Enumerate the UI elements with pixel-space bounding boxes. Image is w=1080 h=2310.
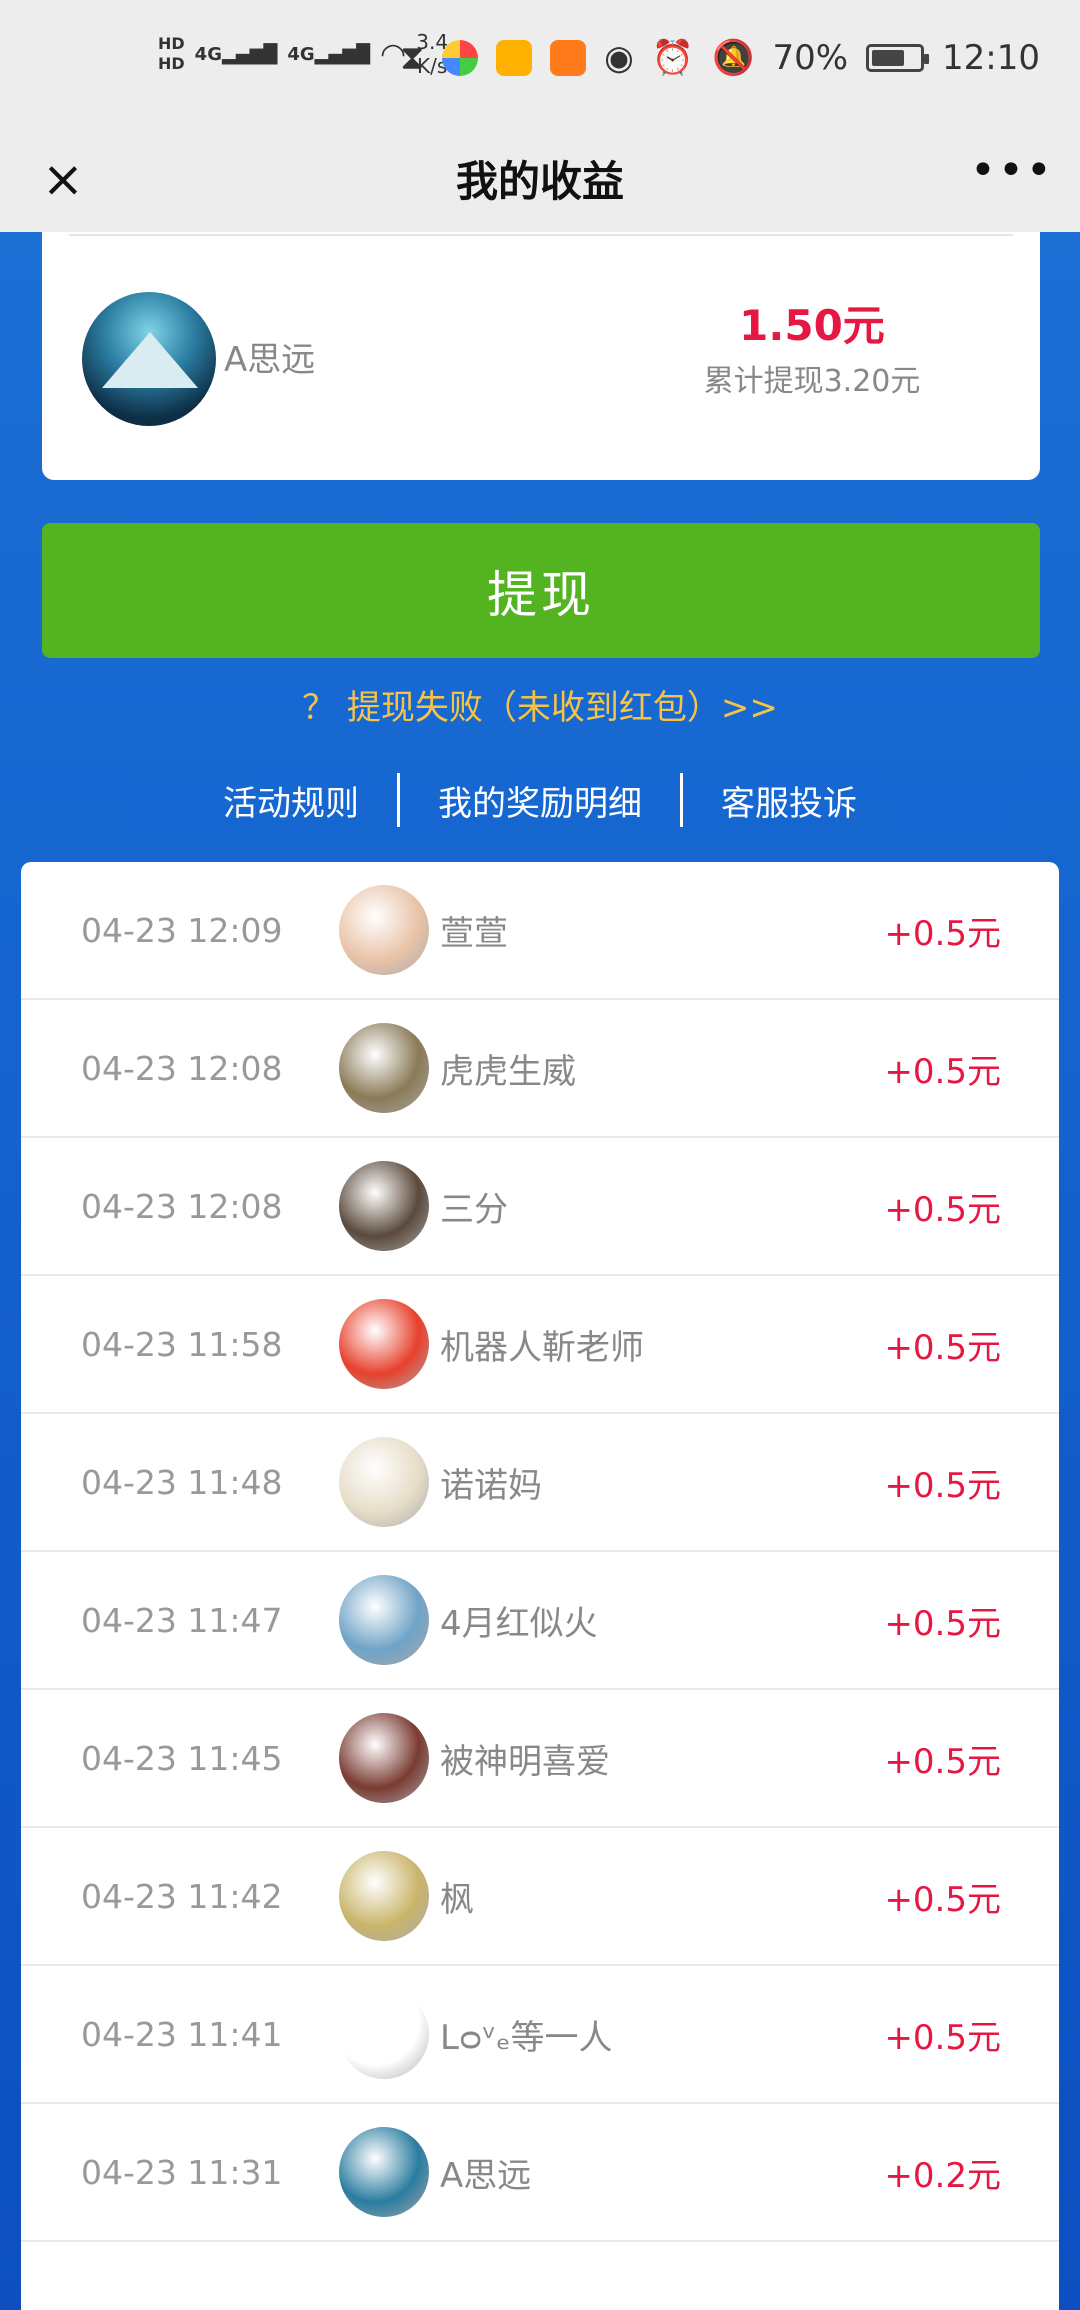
more-options-icon[interactable]: ••• <box>970 146 1052 212</box>
friend-avatar <box>339 1299 429 1389</box>
list-item: 04-23 11:58 机器人靳老师 +0.5元 <box>21 1276 1059 1414</box>
signal-icon-1: 4G▂▄▆█ <box>194 43 278 65</box>
close-icon[interactable]: × <box>30 146 96 212</box>
app-notification-icon <box>442 40 479 76</box>
username: A思远 <box>224 340 316 380</box>
hd-indicator: HD HD <box>158 34 185 73</box>
earnings-summary-card: A思远 1.50元 累计提现3.20元 <box>42 232 1040 480</box>
record-time: 04-23 12:08 <box>81 1048 283 1088</box>
friend-name: 机器人靳老师 <box>440 1327 644 1368</box>
page-title: 我的收益 <box>455 156 624 206</box>
customer-complaint-link[interactable]: 客服投诉 <box>683 776 895 825</box>
withdraw-button[interactable]: 提现 <box>42 523 1040 658</box>
friend-name: 虎虎生威 <box>440 1051 576 1092</box>
battery-icon <box>866 44 930 72</box>
record-time: 04-23 12:09 <box>81 910 283 950</box>
divider <box>69 234 1013 236</box>
friend-name: 被神明喜爱 <box>440 1741 610 1782</box>
record-amount: +0.5元 <box>884 2017 1001 2058</box>
list-item: 04-23 11:48 诺诺妈 +0.5元 <box>21 1414 1059 1552</box>
clock: 12:10 <box>942 38 1040 78</box>
record-time: 04-23 11:48 <box>81 1462 283 1502</box>
friend-name: 诺诺妈 <box>440 1465 542 1506</box>
status-right: ⧗ ◉ ⏰ 🔕 70% 12:10 <box>400 38 1040 78</box>
friend-avatar <box>339 885 429 975</box>
withdraw-failed-link[interactable]: ？ 提现失败（未收到红包）>> <box>0 680 1080 729</box>
friend-name: A思远 <box>440 2155 532 2196</box>
record-amount: +0.5元 <box>884 913 1001 954</box>
record-time: 04-23 11:47 <box>81 1600 283 1640</box>
record-amount: +0.2元 <box>884 2155 1001 2196</box>
record-time: 04-23 12:08 <box>81 1186 283 1226</box>
list-item: 04-23 11:45 被神明喜爱 +0.5元 <box>21 1690 1059 1828</box>
friend-avatar <box>339 1851 429 1941</box>
record-amount: +0.5元 <box>884 1879 1001 1920</box>
action-links: 活动规则 我的奖励明细 客服投诉 <box>0 770 1080 830</box>
status-bar: HD HD 4G▂▄▆█ 4G▂▄▆█ ◠ 3.4 K/s ⧗ ◉ ⏰ 🔕 70… <box>0 0 1080 124</box>
record-amount: +0.5元 <box>884 1603 1001 1644</box>
record-amount: +0.5元 <box>884 1465 1001 1506</box>
record-amount: +0.5元 <box>884 1189 1001 1230</box>
record-amount: +0.5元 <box>884 1741 1001 1782</box>
reward-details-link[interactable]: 我的奖励明细 <box>400 776 680 825</box>
title-bar: × 我的收益 ••• <box>0 124 1080 232</box>
friend-avatar <box>339 1989 429 2079</box>
friend-avatar <box>339 1161 429 1251</box>
friend-name: Lᴑᵛₑ等一人 <box>440 2017 613 2058</box>
friend-name: 萱萱 <box>440 913 508 954</box>
record-time: 04-23 11:45 <box>81 1738 283 1778</box>
list-item: 04-23 11:31 A思远 +0.2元 <box>21 2104 1059 2242</box>
record-time: 04-23 11:31 <box>81 2152 283 2192</box>
list-item: 04-23 12:09 萱萱 +0.5元 <box>21 862 1059 1000</box>
hourglass-icon: ⧗ <box>400 38 425 78</box>
signal-icon-2: 4G▂▄▆█ <box>287 43 371 65</box>
friend-avatar <box>339 1023 429 1113</box>
friend-name: 枫 <box>440 1879 474 1920</box>
record-amount: +0.5元 <box>884 1051 1001 1092</box>
mute-icon: 🔕 <box>712 38 755 78</box>
list-item: 04-23 11:47 4月红似火 +0.5元 <box>21 1552 1059 1690</box>
activity-rules-link[interactable]: 活动规则 <box>185 776 397 825</box>
friend-avatar <box>339 1437 429 1527</box>
total-withdrawn: 累计提现3.20元 <box>703 364 921 399</box>
friend-avatar <box>339 1575 429 1665</box>
friend-name: 三分 <box>440 1189 508 1230</box>
record-time: 04-23 11:42 <box>81 1876 283 1916</box>
user-avatar <box>82 292 216 426</box>
list-item: 04-23 11:41 Lᴑᵛₑ等一人 +0.5元 <box>21 1966 1059 2104</box>
record-time: 04-23 11:58 <box>81 1324 283 1364</box>
battery-percent: 70% <box>772 38 849 78</box>
eye-icon: ◉ <box>604 38 634 78</box>
record-amount: +0.5元 <box>884 1327 1001 1368</box>
list-item: 04-23 12:08 虎虎生威 +0.5元 <box>21 1000 1059 1138</box>
app-58-icon <box>496 40 533 76</box>
mountain-image <box>102 332 198 388</box>
list-item: 04-23 11:42 枫 +0.5元 <box>21 1828 1059 1966</box>
record-time: 04-23 11:41 <box>81 2014 283 2054</box>
app-video-icon <box>550 40 587 76</box>
friend-avatar <box>339 1713 429 1803</box>
alarm-icon: ⏰ <box>651 38 695 78</box>
friend-name: 4月红似火 <box>440 1603 598 1644</box>
list-item: 04-23 12:08 三分 +0.5元 <box>21 1138 1059 1276</box>
reward-records-list: 04-23 12:09 萱萱 +0.5元 04-23 12:08 虎虎生威 +0… <box>21 862 1059 2310</box>
friend-avatar <box>339 2127 429 2217</box>
balance-amount: 1.50元 <box>739 301 885 350</box>
